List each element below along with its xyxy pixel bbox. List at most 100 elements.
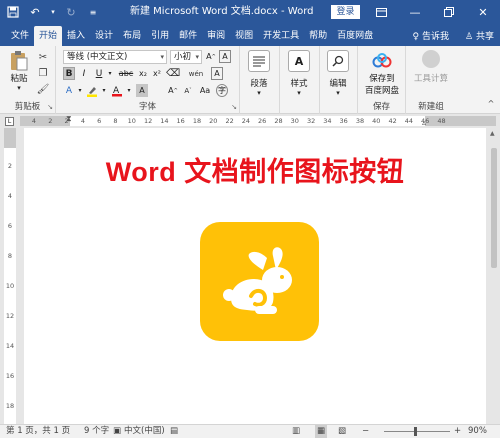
restore-icon[interactable]: [432, 0, 466, 24]
ruler-tick: 36: [339, 117, 348, 125]
text-effects-dropdown-icon[interactable]: ▾: [74, 84, 86, 97]
tab-baidu-netdisk[interactable]: 百度网盘: [332, 26, 378, 46]
ruler-tick: 16: [176, 117, 185, 125]
underline-dropdown-icon[interactable]: ▾: [104, 67, 116, 80]
tab-view[interactable]: 视图: [230, 26, 258, 46]
language-indicator[interactable]: 中文(中国): [124, 425, 165, 438]
font-name-combo[interactable]: 等线 (中文正文) ▾: [63, 50, 167, 64]
indent-marker-icon[interactable]: ⧗: [66, 114, 72, 124]
zoom-slider[interactable]: [384, 431, 450, 432]
character-shading-icon[interactable]: A: [136, 84, 148, 97]
undo-dropdown-icon[interactable]: ▾: [50, 5, 56, 19]
superscript-button[interactable]: x²: [151, 67, 163, 80]
tab-design[interactable]: 设计: [90, 26, 118, 46]
ribbon-display-icon[interactable]: [364, 0, 398, 24]
document-area[interactable]: Word 文档制作图标按钮: [20, 128, 488, 424]
clipboard-launcher-icon[interactable]: ↘: [47, 103, 53, 111]
character-border-icon[interactable]: A: [211, 67, 223, 80]
zoom-in-icon[interactable]: +: [454, 425, 461, 438]
paste-dropdown-icon: ▾: [17, 84, 21, 92]
login-button[interactable]: 登录: [331, 5, 360, 19]
vertical-ruler[interactable]: 2 4 6 8 10 12 14 16 18: [4, 128, 16, 424]
shrink-font-size-icon[interactable]: Aˇ: [182, 84, 194, 97]
format-painter-icon[interactable]: 🖌: [36, 82, 50, 96]
font-launcher-icon[interactable]: ↘: [231, 103, 237, 111]
read-mode-icon[interactable]: ▥: [292, 425, 300, 438]
paste-button[interactable]: 粘贴 ▾: [8, 50, 30, 92]
minimize-icon[interactable]: —: [398, 0, 432, 24]
subscript-button[interactable]: x₂: [137, 67, 149, 80]
close-icon[interactable]: ✕: [466, 0, 500, 24]
clear-formatting-icon[interactable]: ⌫: [166, 67, 180, 80]
print-layout-icon[interactable]: ▦: [315, 425, 328, 438]
scroll-up-icon[interactable]: ▲: [490, 130, 495, 137]
enclose-characters-icon[interactable]: 字: [216, 84, 228, 97]
tab-layout[interactable]: 布局: [118, 26, 146, 46]
tool-calc-button[interactable]: 工具计算: [411, 50, 451, 84]
bold-button[interactable]: B: [63, 67, 75, 80]
cut-icon[interactable]: ✂: [36, 50, 50, 64]
redo-icon[interactable]: ↻: [64, 5, 78, 19]
tab-insert[interactable]: 插入: [62, 26, 90, 46]
document-page[interactable]: Word 文档制作图标按钮: [24, 128, 486, 424]
tell-me-search[interactable]: ♀ 告诉我: [413, 29, 449, 42]
chevron-down-icon: ▾: [257, 89, 261, 97]
collapse-ribbon-icon[interactable]: ^: [484, 96, 498, 110]
customize-qat-icon[interactable]: ≡: [86, 5, 100, 19]
spelling-icon[interactable]: ▣: [113, 425, 121, 438]
page-count[interactable]: 第 1 页，共 1 页: [6, 425, 70, 438]
change-case-icon[interactable]: A: [219, 50, 231, 63]
italic-button[interactable]: I: [78, 67, 90, 80]
change-case-aa-icon[interactable]: Aa: [199, 84, 211, 97]
tab-file[interactable]: 文件: [6, 26, 34, 46]
font-size-combo[interactable]: 小初 ▾: [170, 50, 202, 64]
paragraph-button[interactable]: 段落 ▾: [248, 50, 270, 97]
editing-group: 编辑 ▾: [320, 46, 358, 114]
ruler-tick: 22: [225, 117, 234, 125]
phonetic-guide-button[interactable]: wén: [184, 67, 208, 80]
font-color-dropdown-icon[interactable]: ▾: [123, 84, 135, 97]
save-icon[interactable]: [6, 5, 20, 19]
highlight-icon[interactable]: [86, 84, 98, 97]
zoom-level[interactable]: 90%: [468, 425, 487, 438]
scrollbar-thumb[interactable]: [491, 148, 497, 268]
grow-font-size-icon[interactable]: A ^: [167, 84, 179, 97]
paste-label: 粘贴: [10, 74, 28, 84]
right-indent-marker-icon[interactable]: ▵: [422, 118, 426, 127]
editing-button[interactable]: 编辑 ▾: [327, 50, 349, 97]
tab-references[interactable]: 引用: [146, 26, 174, 46]
tab-developer[interactable]: 开发工具: [258, 26, 304, 46]
paste-icon: [8, 50, 30, 72]
copy-icon[interactable]: ❐: [36, 66, 50, 80]
ruler-tick: 28: [274, 117, 283, 125]
chevron-down-icon: ▾: [336, 89, 340, 97]
ruler-tick: 10: [127, 117, 136, 125]
ruler-tick: 2: [7, 162, 13, 170]
ruler-tick: 30: [290, 117, 299, 125]
tab-mailings[interactable]: 邮件: [174, 26, 202, 46]
font-color-icon[interactable]: A: [111, 84, 123, 97]
share-button[interactable]: ♙ 共享: [465, 29, 494, 42]
undo-icon[interactable]: ↶: [28, 5, 42, 19]
web-layout-icon[interactable]: ▧: [338, 425, 346, 438]
ruler-tick: 10: [5, 282, 15, 290]
highlight-dropdown-icon[interactable]: ▾: [98, 84, 110, 97]
tab-review[interactable]: 审阅: [202, 26, 230, 46]
zoom-out-icon[interactable]: −: [362, 425, 369, 438]
tab-help[interactable]: 帮助: [304, 26, 332, 46]
tab-selector[interactable]: L: [0, 114, 20, 128]
macro-record-icon[interactable]: ▤: [170, 425, 178, 438]
vertical-scrollbar[interactable]: ▲: [488, 128, 500, 424]
ruler-tick: 6: [7, 222, 13, 230]
save-to-baidu-button[interactable]: 保存到 百度网盘: [362, 50, 402, 96]
styles-button[interactable]: A 样式 ▾: [288, 50, 310, 97]
ruler-tick: 48: [437, 117, 446, 125]
horizontal-ruler[interactable]: 4 2 2 4 6 8 10 12 14 16 18 20 22 24 26 28 30 32 34 36 38 40 42…: [20, 114, 496, 128]
word-count[interactable]: 9 个字: [84, 425, 109, 438]
ruler-tick: 24: [241, 117, 251, 125]
zoom-slider-thumb[interactable]: [414, 427, 417, 436]
strikethrough-button[interactable]: abc: [117, 67, 135, 80]
tab-home[interactable]: 开始: [34, 26, 63, 46]
ruler-tick: 40: [372, 117, 381, 125]
grow-font-icon[interactable]: A ^: [205, 50, 217, 63]
